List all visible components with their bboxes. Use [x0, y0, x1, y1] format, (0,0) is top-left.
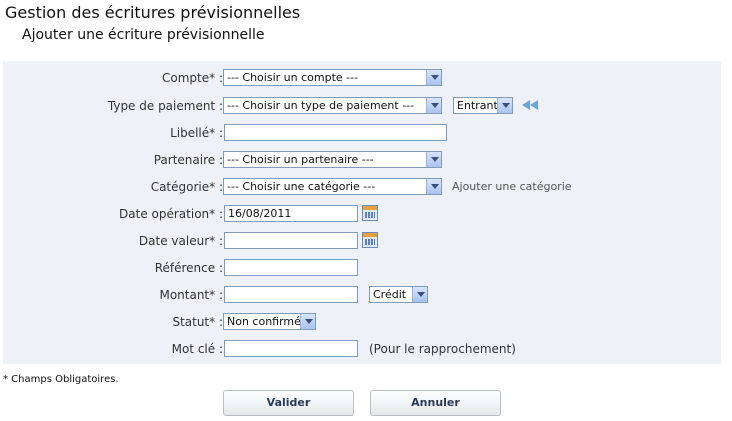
row-type-paiement: Type de paiement : --- Choisir un type d…	[3, 96, 721, 116]
type-paiement-select-value: --- Choisir un type de paiement ---	[227, 99, 415, 112]
chevron-down-icon	[497, 98, 512, 113]
date-operation-input[interactable]: 16/08/2011	[224, 205, 358, 222]
type-paiement-label: Type de paiement :	[107, 99, 223, 113]
sens-select[interactable]: Crédit	[369, 286, 428, 303]
cancel-button[interactable]: Annuler	[370, 390, 501, 416]
reference-input[interactable]	[224, 259, 358, 276]
row-categorie: Catégorie* : --- Choisir une catégorie -…	[3, 177, 721, 197]
row-reference: Référence :	[3, 258, 721, 278]
mot-cle-input[interactable]	[224, 340, 358, 357]
chevron-down-icon	[426, 152, 441, 167]
compte-select-value: --- Choisir un compte ---	[227, 71, 359, 84]
row-compte: Compte* : --- Choisir un compte ---	[3, 68, 721, 88]
calendar-icon[interactable]	[362, 205, 378, 221]
mot-cle-label: Mot clé :	[171, 342, 223, 356]
chevron-down-icon	[426, 70, 441, 85]
chevron-down-icon	[300, 314, 315, 329]
statut-label: Statut* :	[172, 315, 223, 329]
partenaire-select[interactable]: --- Choisir un partenaire ---	[223, 151, 442, 168]
chevron-down-icon	[412, 287, 427, 302]
categorie-select[interactable]: --- Choisir une catégorie ---	[223, 178, 442, 195]
row-partenaire: Partenaire : --- Choisir un partenaire -…	[3, 150, 721, 170]
page-title: Gestion des écritures prévisionnelles	[5, 3, 301, 22]
row-date-operation: Date opération* : 16/08/2011	[3, 204, 721, 224]
mot-cle-note: (Pour le rapprochement)	[369, 342, 516, 356]
categorie-label: Catégorie* :	[150, 180, 223, 194]
montant-label: Montant* :	[159, 288, 223, 302]
section-title: Ajouter une écriture prévisionnelle	[22, 27, 265, 43]
chevron-down-icon	[426, 98, 441, 113]
compte-select[interactable]: --- Choisir un compte ---	[223, 69, 442, 86]
compte-label: Compte* :	[162, 71, 223, 85]
required-fields-note: * Champs Obligatoires.	[3, 374, 119, 385]
montant-input[interactable]	[224, 286, 358, 303]
form-panel: Compte* : --- Choisir un compte --- Type…	[3, 61, 721, 364]
add-category-link[interactable]: Ajouter une catégorie	[452, 180, 572, 193]
date-valeur-input[interactable]	[224, 232, 358, 249]
libelle-input[interactable]	[224, 124, 447, 141]
date-operation-label: Date opération* :	[119, 207, 223, 221]
direction-select[interactable]: Entrant	[453, 97, 513, 114]
partenaire-label: Partenaire :	[153, 153, 223, 167]
categorie-select-value: --- Choisir une catégorie ---	[227, 180, 376, 193]
validate-button[interactable]: Valider	[223, 390, 354, 416]
double-left-arrow-icon[interactable]	[522, 100, 539, 110]
calendar-icon[interactable]	[362, 232, 378, 248]
row-libelle: Libellé* :	[3, 123, 721, 143]
libelle-label: Libellé* :	[170, 126, 223, 140]
chevron-down-icon	[426, 179, 441, 194]
statut-select[interactable]: Non confirmé	[223, 313, 316, 330]
partenaire-select-value: --- Choisir un partenaire ---	[227, 153, 374, 166]
date-valeur-label: Date valeur* :	[138, 234, 223, 248]
reference-label: Référence :	[154, 261, 223, 275]
row-mot-cle: Mot clé : (Pour le rapprochement)	[3, 339, 721, 359]
row-date-valeur: Date valeur* :	[3, 231, 721, 251]
type-paiement-select[interactable]: --- Choisir un type de paiement ---	[223, 97, 442, 114]
row-statut: Statut* : Non confirmé	[3, 312, 721, 332]
row-montant: Montant* : Crédit	[3, 285, 721, 305]
